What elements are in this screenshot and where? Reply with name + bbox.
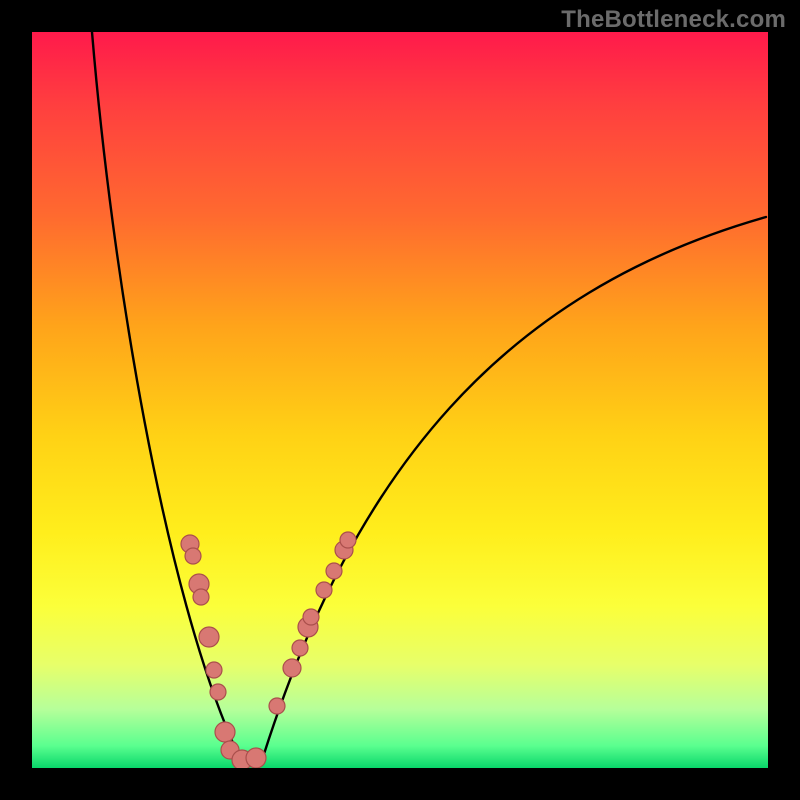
data-marker — [193, 589, 209, 605]
marker-layer — [181, 532, 356, 768]
data-marker — [206, 662, 222, 678]
bottleneck-curve — [92, 32, 766, 766]
data-marker — [215, 722, 235, 742]
data-marker — [246, 748, 266, 768]
chart-plot-area — [32, 32, 768, 768]
data-marker — [303, 609, 319, 625]
data-marker — [292, 640, 308, 656]
watermark-text: TheBottleneck.com — [561, 6, 786, 34]
data-marker — [326, 563, 342, 579]
data-marker — [185, 548, 201, 564]
data-marker — [316, 582, 332, 598]
data-marker — [269, 698, 285, 714]
data-marker — [340, 532, 356, 548]
data-marker — [283, 659, 301, 677]
chart-svg — [32, 32, 768, 768]
data-marker — [199, 627, 219, 647]
data-marker — [210, 684, 226, 700]
chart-frame: TheBottleneck.com — [0, 0, 800, 800]
